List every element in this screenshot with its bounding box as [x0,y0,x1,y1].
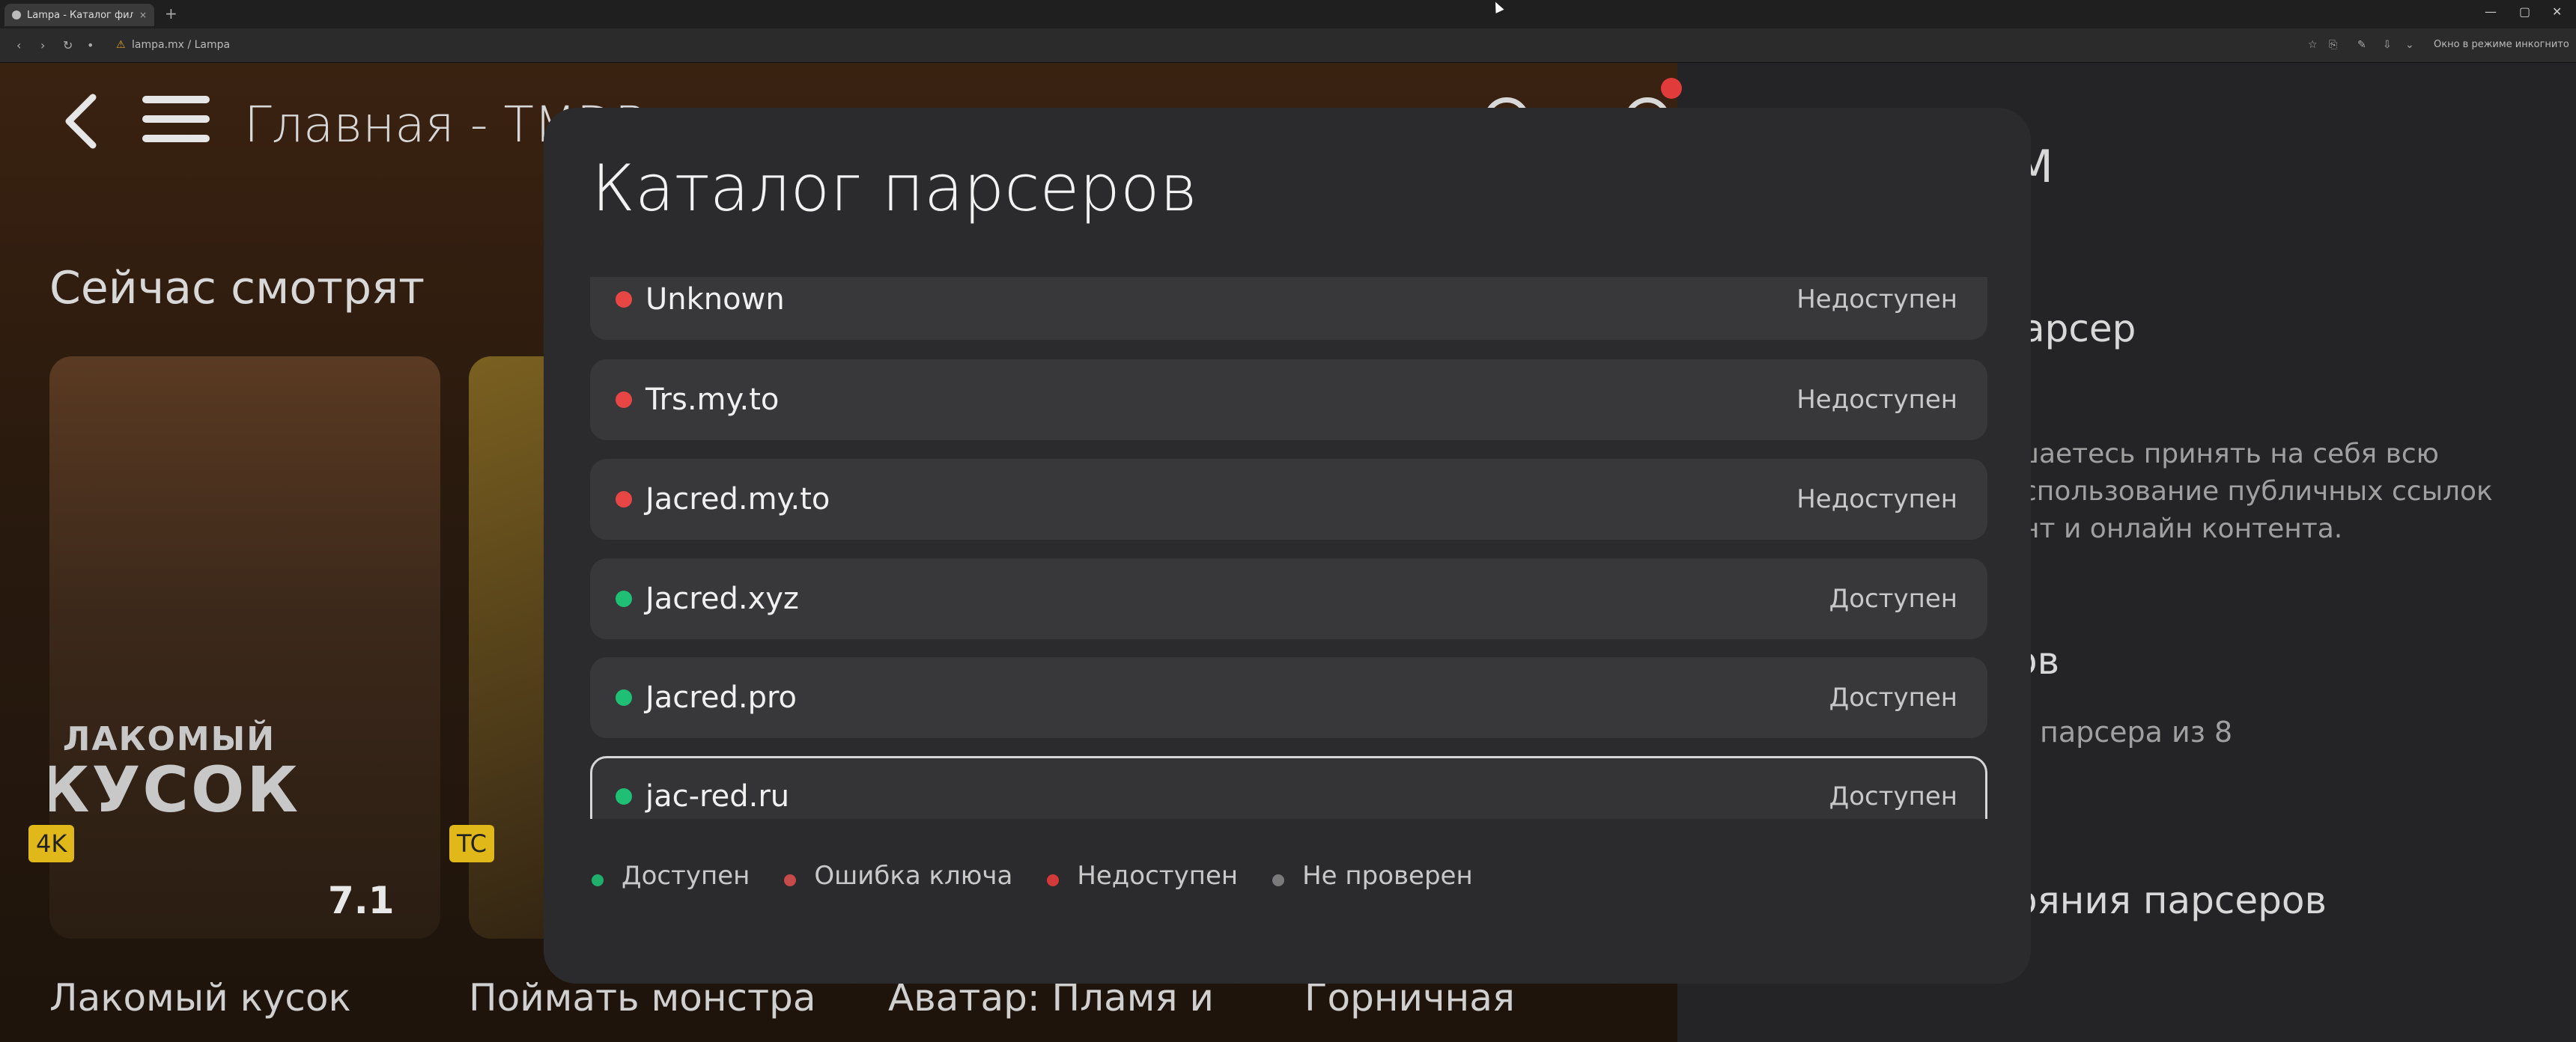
disclaimer-line: шаетесь принять на себя всю [2014,439,2439,469]
maximize-button[interactable]: ▢ [2519,4,2530,19]
downloads-icon[interactable]: ⇩ [2383,39,2392,51]
section-title: Сейчас смотрят [49,262,425,314]
settings-parser-item[interactable]: арсер [2022,307,2136,350]
parser-status: Доступен [1829,782,1957,811]
close-window-button[interactable]: ✕ [2552,4,2562,19]
poster-title-art: ЛАКОМЫЙ КУСОК [49,720,301,826]
parser-row[interactable]: Jacred.xyz Доступен [590,558,1987,639]
legend-label: Ошибка ключа [814,861,1013,891]
reload-icon[interactable]: ↻ [63,38,73,52]
parser-row[interactable]: Unknown Недоступен [590,277,1987,340]
parser-row-selected[interactable]: jac-red.ru Доступен [590,756,1987,819]
status-dot [616,291,632,308]
movie-title[interactable]: Лакомый кусок [49,976,351,1020]
legend-label: Недоступен [1077,861,1239,891]
share-link-icon[interactable]: ⎘ [2329,39,2337,51]
legend-label: Доступен [622,861,750,891]
browser-tabbar: Lampa - Каталог фильмов и × + — ▢ ✕ [0,0,2576,28]
lampa-favicon-icon [12,10,21,19]
parser-row[interactable]: Jacred.my.to Недоступен [590,459,1987,540]
parser-name: Jacred.pro [645,680,798,715]
browser-tab[interactable]: Lampa - Каталог фильмов и × [4,4,154,26]
legend-item: Не проверен [1272,861,1473,891]
bookmark-star-icon[interactable]: ☆ [2308,39,2318,51]
status-dot [616,391,632,408]
tab-title: Lampa - Каталог фильмов и [27,9,133,21]
status-dot [616,491,632,508]
extension-icon[interactable]: ✎ [2357,39,2366,51]
parser-status: Недоступен [1796,385,1957,415]
parser-status: Недоступен [1796,284,1957,314]
parser-row[interactable]: Trs.my.to Недоступен [590,359,1987,440]
legend-dot [784,874,797,886]
legend-dot [592,874,604,886]
quality-badge: 4K [28,825,75,862]
new-tab-button[interactable]: + [165,4,177,22]
legend-dot [1272,874,1285,886]
status-dot [616,689,632,706]
notification-badge [1661,78,1682,99]
mouse-cursor-icon [1491,0,1504,13]
parser-name: jac-red.ru [645,779,790,814]
legend-label: Не проверен [1302,861,1473,891]
movie-card[interactable]: ЛАКОМЫЙ КУСОК [49,356,440,939]
tab-close-icon[interactable]: × [139,10,147,20]
parser-count: парсера из 8 [2040,716,2233,749]
parser-catalog-modal: Каталог парсеров Unknown Недоступен Trs.… [544,108,2031,984]
parser-status: Доступен [1829,683,1957,713]
dropdown-chevron-icon[interactable]: ⌄ [2405,39,2414,51]
parser-status: Недоступен [1796,484,1957,514]
parser-list[interactable]: Unknown Недоступен Trs.my.to Недоступен … [590,277,1987,819]
quality-badge: TC [449,825,495,862]
disclaimer-line: нт и онлайн контента. [2022,514,2343,544]
parser-name: Jacred.xyz [645,582,799,616]
incognito-indicator[interactable]: Окно в режиме инкогнито [2434,39,2569,50]
minimize-button[interactable]: — [2485,4,2497,19]
parser-name: Jacred.my.to [645,482,830,517]
url-field[interactable]: lampa.mx / Lampa [132,39,230,51]
back-arrow-icon[interactable] [60,91,105,151]
forward-nav-icon[interactable]: › [40,38,45,52]
parser-name: Trs.my.to [645,383,780,417]
status-dot [616,591,632,607]
lampa-app: Главная - TMDB Сейчас смотрят ЛАКОМЫЙ КУ… [0,63,2576,1042]
settings-parser-status-item[interactable]: ояния парсеров [2014,879,2327,922]
disclaimer-line: спользование публичных ссылок [2022,476,2493,507]
parser-status: Доступен [1829,584,1957,614]
parser-name: Unknown [645,282,785,317]
legend-item: Недоступен [1047,861,1238,891]
rating-label: 7.1 [328,879,395,922]
parser-row[interactable]: Jacred.pro Доступен [590,657,1987,738]
legend-dot [1047,874,1060,886]
microphone-icon[interactable]: • [87,38,94,52]
modal-title: Каталог парсеров [592,151,1198,226]
not-secure-warning-icon[interactable]: ⚠ [116,39,126,51]
legend-item: Доступен [592,861,750,891]
hamburger-menu-icon[interactable] [142,96,210,148]
status-legend: Доступен Ошибка ключа Недоступен Не пров… [592,861,1507,891]
browser-address-bar: ‹ › ↻ • ⚠ lampa.mx / Lampa ☆ ⎘ ✎ ⇩ ⌄ Окн… [0,28,2576,63]
legend-item: Ошибка ключа [784,861,1012,891]
back-nav-icon[interactable]: ‹ [16,38,21,52]
status-dot [616,788,632,805]
